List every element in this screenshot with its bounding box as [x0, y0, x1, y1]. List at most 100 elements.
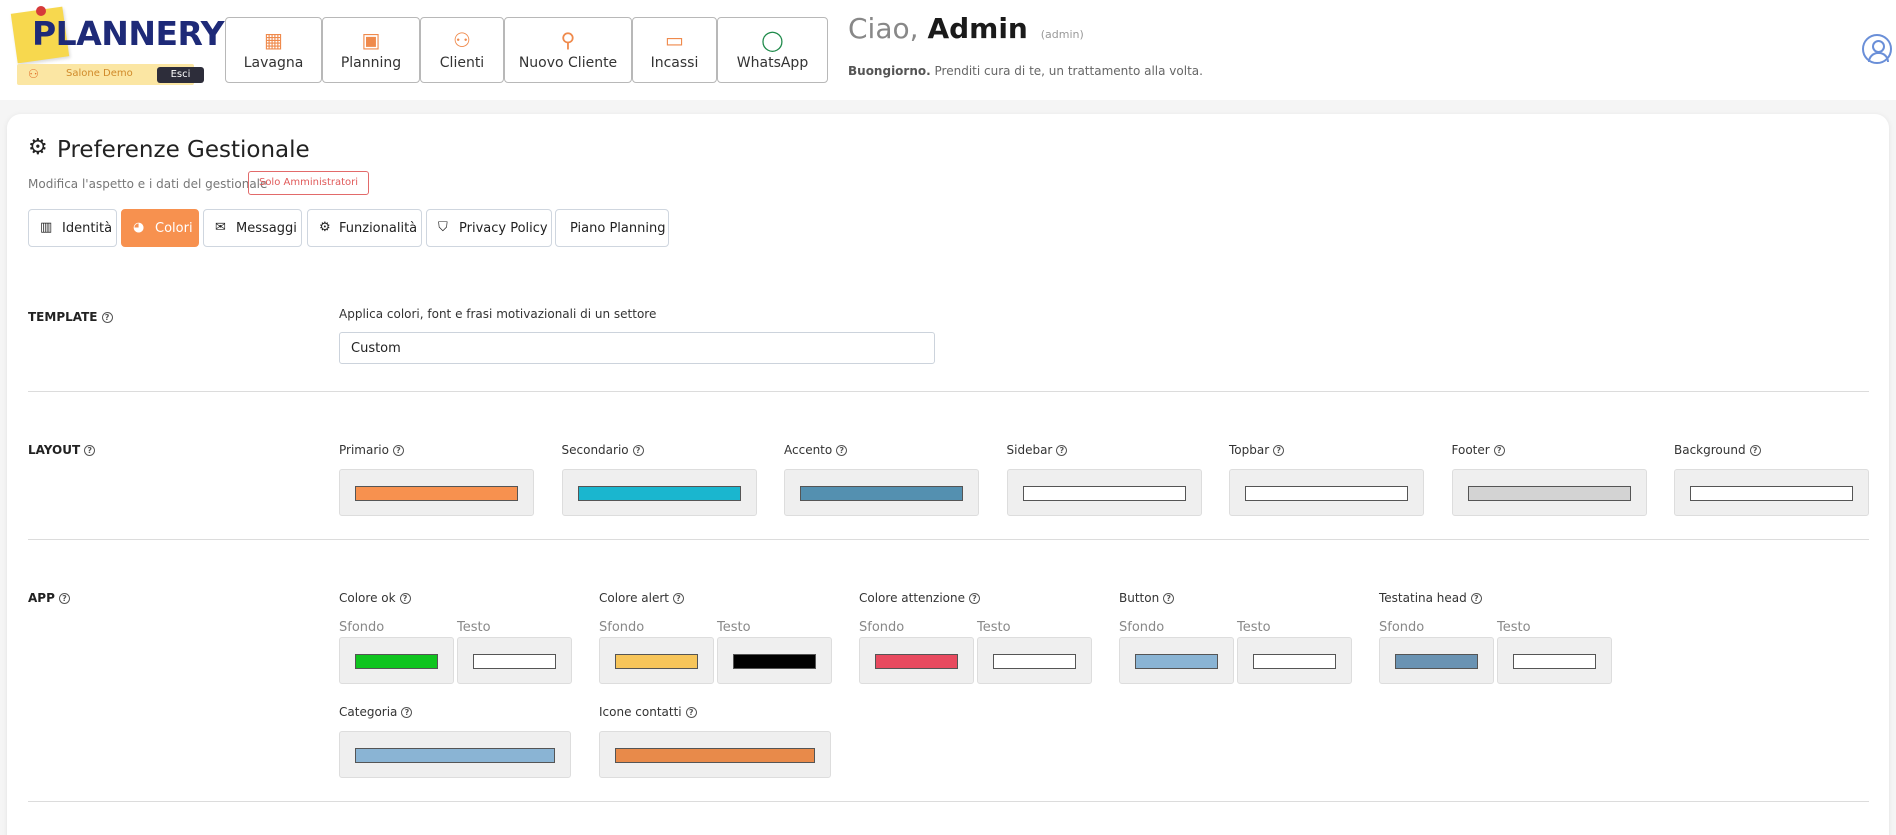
layout-color-label: Primario? [339, 443, 404, 457]
layout-color-picker[interactable] [1006, 469, 1202, 516]
help-icon[interactable]: ? [1163, 593, 1175, 604]
tab-identita[interactable]: ▥ Identità [28, 209, 117, 247]
layout-color-picker[interactable] [561, 469, 757, 516]
app-color-label: Testatina head? [1379, 591, 1482, 605]
nav-clienti-button[interactable]: ⚇ Clienti [420, 17, 504, 83]
help-icon[interactable]: ? [1493, 445, 1505, 456]
nav-planning-button[interactable]: ▣ Planning [322, 17, 420, 83]
layout-color-picker[interactable] [1229, 469, 1424, 516]
gear-icon: ⚙ [319, 220, 331, 235]
color-swatch [473, 654, 556, 669]
bg-color-picker[interactable] [1119, 637, 1234, 684]
field-label-text: Icone contatti [599, 705, 682, 719]
palette-icon: ◕ [133, 220, 145, 235]
exit-button[interactable]: Esci [157, 67, 204, 83]
help-icon[interactable]: ? [392, 445, 404, 456]
nav-label: Planning [340, 55, 402, 71]
help-icon[interactable]: ? [685, 707, 697, 718]
layout-color-picker[interactable] [339, 469, 534, 516]
help-icon[interactable]: ? [1749, 445, 1761, 456]
help-icon[interactable]: ? [632, 445, 644, 456]
nav-incassi-button[interactable]: ▭ Incassi [632, 17, 717, 83]
help-icon[interactable]: ? [968, 593, 980, 604]
help-icon[interactable]: ? [58, 593, 70, 604]
cash-icon: ▭ [665, 28, 684, 52]
bg-color-picker[interactable] [1379, 637, 1494, 684]
nav-label: Clienti [439, 55, 485, 71]
nav-lavagna-button[interactable]: ▦ Lavagna [225, 17, 322, 83]
layout-color-label: Footer? [1452, 443, 1505, 457]
color-swatch [875, 654, 958, 669]
layout-section-label: LAYOUT? [28, 443, 96, 457]
color-swatch [1513, 654, 1596, 669]
color-swatch [1135, 654, 1218, 669]
divider [28, 801, 1869, 802]
app-color-label: Categoria? [339, 705, 413, 719]
color-swatch [1245, 486, 1408, 501]
layout-color-picker[interactable] [1674, 469, 1869, 516]
bg-sublabel: Sfondo [859, 620, 905, 635]
color-swatch [800, 486, 963, 501]
nav-label: Lavagna [243, 55, 304, 71]
single-color-picker[interactable] [599, 731, 831, 778]
text-color-picker[interactable] [1237, 637, 1352, 684]
field-label-text: Secondario [561, 443, 629, 457]
envelope-icon: ✉ [215, 220, 226, 235]
tab-piano-planning[interactable]: Piano Planning [555, 209, 669, 247]
color-swatch [1253, 654, 1336, 669]
help-icon[interactable]: ? [399, 593, 411, 604]
field-label-text: Topbar [1229, 443, 1270, 457]
user-account-icon[interactable] [1862, 34, 1892, 64]
tab-messaggi[interactable]: ✉ Messaggi [203, 209, 302, 247]
tab-colori[interactable]: ◕ Colori [121, 209, 199, 247]
dashboard-icon: ▦ [264, 28, 283, 52]
greeting: Ciao, Admin (admin) [848, 12, 1084, 45]
section-title: LAYOUT [28, 443, 81, 457]
layout-color-label: Background? [1674, 443, 1761, 457]
layout-color-picker[interactable] [1451, 469, 1647, 516]
text-color-picker[interactable] [457, 637, 572, 684]
logo[interactable]: PLANNERY [10, 6, 225, 66]
help-icon[interactable]: ? [84, 445, 96, 456]
divider [28, 391, 1869, 392]
app-color-label: Icone contatti? [599, 705, 697, 719]
bg-sublabel: Sfondo [1119, 620, 1165, 635]
help-icon[interactable]: ? [672, 593, 684, 604]
field-label-text: Footer [1451, 443, 1490, 457]
help-icon[interactable]: ? [836, 445, 848, 456]
template-select[interactable]: Custom [339, 332, 935, 364]
layout-color-label: Topbar? [1229, 443, 1285, 457]
bg-color-picker[interactable] [339, 637, 454, 684]
color-swatch [1467, 486, 1631, 501]
help-icon[interactable]: ? [1056, 445, 1068, 456]
motto-bold: Buongiorno. [848, 64, 931, 78]
help-icon[interactable]: ? [1273, 445, 1285, 456]
shield-user-icon: ⛉ [438, 220, 448, 235]
app-section-label: APP? [28, 591, 70, 605]
field-label-text: Testatina head [1379, 591, 1467, 605]
bg-color-picker[interactable] [599, 637, 714, 684]
page-title: Preferenze Gestionale [57, 137, 310, 163]
bg-sublabel: Sfondo [599, 620, 645, 635]
logo-text: PLANNERY [32, 14, 225, 53]
bg-color-picker[interactable] [859, 637, 974, 684]
nav-whatsapp-button[interactable]: ◯ WhatsApp [717, 17, 828, 83]
app-color-label: Button? [1119, 591, 1175, 605]
text-color-picker[interactable] [977, 637, 1092, 684]
tab-funzionalita[interactable]: ⚙ Funzionalità [307, 209, 422, 247]
top-bar: PLANNERY ⚇ Salone Demo Esci ▦ Lavagna ▣ … [0, 0, 1896, 100]
text-sublabel: Testo [1497, 620, 1531, 635]
users-icon: ⚇ [453, 28, 471, 52]
nav-nuovo-cliente-button[interactable]: ⚲ Nuovo Cliente [504, 17, 632, 83]
color-swatch [615, 654, 698, 669]
text-color-picker[interactable] [717, 637, 832, 684]
user-role: (admin) [1040, 28, 1084, 41]
tab-privacy-policy[interactable]: ⛉ Privacy Policy [426, 209, 552, 247]
help-icon[interactable]: ? [1470, 593, 1482, 604]
help-icon[interactable]: ? [101, 312, 113, 323]
single-color-picker[interactable] [339, 731, 571, 778]
layout-color-picker[interactable] [784, 469, 979, 516]
layout-color-label: Secondario? [562, 443, 644, 457]
text-color-picker[interactable] [1497, 637, 1612, 684]
help-icon[interactable]: ? [401, 707, 413, 718]
